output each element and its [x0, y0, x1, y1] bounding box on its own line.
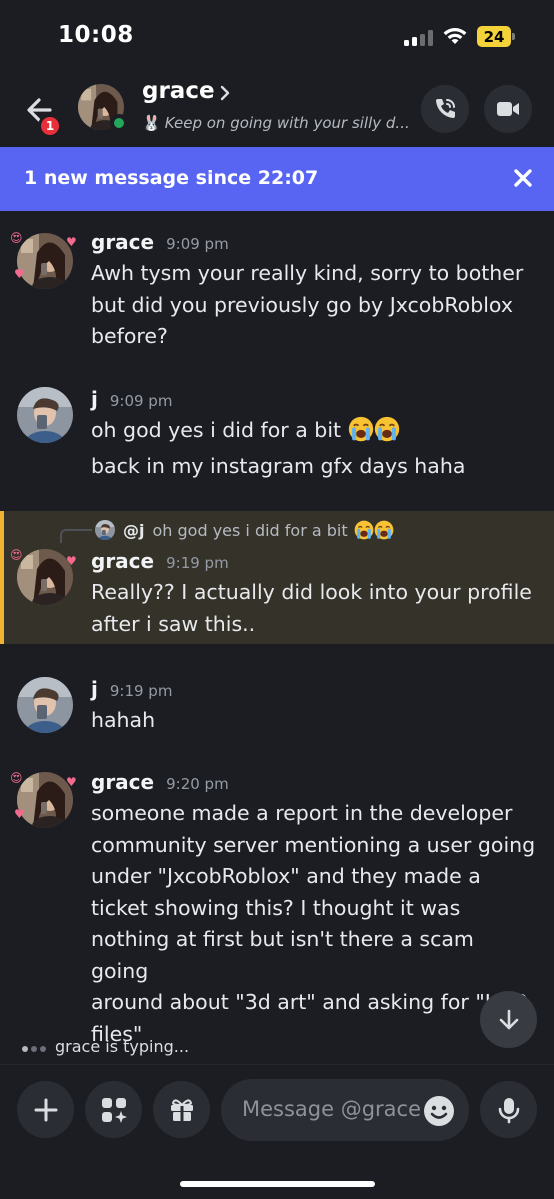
status-bar: 10:08 24 [0, 0, 554, 70]
heart-eyes-decoration: 😍 [10, 548, 23, 562]
smiley-icon[interactable] [423, 1095, 455, 1127]
message-timestamp: 9:09 pm [109, 392, 173, 410]
message-item[interactable]: j 9:19 pm hahah [0, 673, 554, 743]
reply-preview[interactable]: @j oh god yes i did for a bit [95, 517, 394, 543]
video-call-button[interactable] [484, 85, 532, 133]
message-timestamp: 9:09 pm [166, 235, 229, 253]
avatar[interactable] [17, 772, 73, 828]
message-timestamp: 9:20 pm [166, 775, 229, 793]
heart-decoration: ♥ [14, 807, 25, 821]
message-content: hahah [91, 705, 537, 737]
battery-icon: 24 [477, 26, 515, 47]
message-timestamp: 9:19 pm [109, 682, 173, 700]
new-messages-banner[interactable]: 1 new message since 22:07 [0, 147, 554, 211]
message-input-placeholder: Message @grace [242, 1097, 422, 1121]
contact-name[interactable]: grace [142, 78, 215, 104]
apps-sparkle-icon [101, 1097, 127, 1123]
crying-emoji-icon [348, 416, 374, 442]
message-line: before? [91, 324, 168, 348]
message-composer: Message @grace [0, 1064, 554, 1199]
highlighted-message-item[interactable]: @j oh god yes i did for a bit 😍 ♥ grace … [0, 511, 554, 644]
avatar[interactable] [17, 549, 73, 605]
avatar[interactable] [17, 387, 73, 443]
message-header: grace 9:20 pm [91, 770, 229, 794]
message-line: under "JxcobRoblox" and they made a [91, 864, 481, 888]
message-line: oh god yes i did for a bit [91, 418, 342, 442]
chat-header: 1 grace 🐰 Keep on going with your silly d… [0, 70, 554, 146]
message-line: but did you previously go by JxcobRoblox [91, 292, 513, 317]
message-header: j 9:09 pm [91, 387, 172, 411]
voice-call-button[interactable] [421, 85, 469, 133]
message-line: around about "3d art" and asking for "HA… [91, 990, 529, 1014]
microphone-icon [498, 1097, 519, 1123]
message-content: someone made a report in the developer c… [91, 798, 537, 1050]
reply-text: oh god yes i did for a bit [152, 520, 348, 540]
battery-level: 24 [483, 27, 505, 46]
message-item[interactable]: j 9:09 pm oh god yes i did for a bit bac… [0, 383, 554, 493]
gift-button[interactable] [153, 1081, 210, 1138]
message-line: after i saw this.. [91, 611, 256, 636]
home-indicator [180, 1181, 375, 1187]
status-text: Keep on going with your silly d... [164, 114, 410, 132]
typing-indicator: grace is typing... [22, 1037, 189, 1056]
status-emoji: 🐰 [142, 114, 161, 132]
heart-decoration: ♥ [14, 267, 25, 281]
apps-button[interactable] [85, 1081, 142, 1138]
message-author[interactable]: j [91, 677, 98, 701]
message-item[interactable]: 😍 ♥ ♥ grace 9:20 pm someone made a repor… [0, 766, 554, 1046]
new-messages-text: 1 new message since 22:07 [24, 167, 319, 189]
message-author[interactable]: grace [91, 770, 154, 794]
voice-message-button[interactable] [480, 1081, 537, 1138]
heart-eyes-decoration: 😍 [10, 231, 23, 245]
message-author[interactable]: grace [91, 230, 154, 254]
custom-status: 🐰 Keep on going with your silly d... [142, 114, 412, 132]
crying-emoji-icon [354, 520, 374, 540]
attach-button[interactable] [17, 1081, 74, 1138]
wifi-icon [443, 28, 467, 44]
message-timestamp: 9:19 pm [166, 554, 229, 572]
crying-emoji-icon [374, 520, 394, 540]
gift-icon [170, 1098, 193, 1121]
message-line: back in my instagram gfx days haha [91, 453, 466, 478]
message-author[interactable]: grace [91, 549, 154, 573]
phone-call-icon [436, 99, 455, 118]
message-header: j 9:19 pm [91, 677, 172, 701]
typing-text: grace is typing... [55, 1037, 190, 1056]
cellular-signal-icon [404, 30, 434, 46]
heart-eyes-decoration: 😍 [10, 771, 23, 785]
reply-author: @j [123, 520, 145, 540]
heart-decoration: ♥ [66, 554, 77, 568]
message-line: Really?? I actually did look into your p… [91, 580, 532, 604]
reply-connector [60, 529, 92, 543]
message-line: ticket showing this? I thought it was [91, 895, 461, 920]
typing-dots-icon [22, 1037, 49, 1056]
avatar[interactable] [17, 677, 73, 733]
scroll-to-bottom-button[interactable] [480, 991, 537, 1048]
crying-emoji-icon [374, 416, 400, 442]
message-content: oh god yes i did for a bit back in my in… [91, 415, 537, 482]
online-status-indicator [110, 114, 128, 132]
message-item[interactable]: 😍 ♥ ♥ grace 9:09 pm Awh tysm your really… [0, 226, 554, 356]
chevron-right-icon[interactable] [218, 84, 232, 102]
message-author[interactable]: j [91, 387, 98, 411]
message-line: nothing at first but isn't there a scam … [91, 927, 474, 983]
heart-decoration: ♥ [66, 775, 77, 789]
message-line: hahah [91, 708, 156, 732]
arrow-down-icon [499, 1009, 518, 1029]
message-content: Really?? I actually did look into your p… [91, 577, 537, 640]
heart-decoration: ♥ [66, 235, 77, 249]
message-content: Awh tysm your really kind, sorry to both… [91, 258, 537, 353]
reply-avatar [95, 520, 115, 540]
video-camera-icon [497, 102, 519, 116]
message-line: Awh tysm your really kind, sorry to both… [91, 261, 524, 285]
message-line: someone made a report in the developer [91, 801, 513, 825]
message-header: grace 9:19 pm [91, 549, 229, 573]
avatar[interactable] [17, 233, 73, 289]
close-icon[interactable] [512, 167, 534, 189]
message-header: grace 9:09 pm [91, 230, 229, 254]
message-line: community server mentioning a user going [91, 832, 536, 857]
unread-badge: 1 [38, 114, 62, 138]
status-time: 10:08 [58, 22, 134, 48]
plus-icon [34, 1098, 57, 1121]
